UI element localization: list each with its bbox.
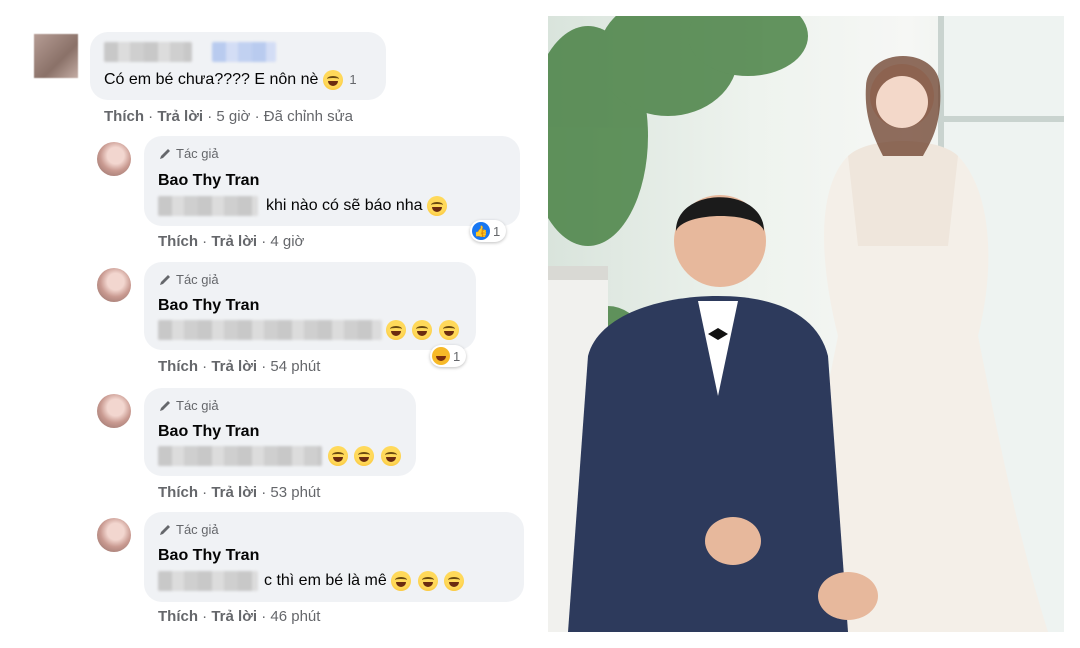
laughing-emoji-icon [444,571,465,591]
laughing-emoji-icon [380,446,401,466]
like-link[interactable]: Thích [158,233,198,250]
pen-icon [160,524,170,535]
like-link[interactable]: Thích [104,108,144,125]
couple-photo [548,16,1064,632]
photo-illustration [548,16,1064,632]
timestamp[interactable]: 54 phút [270,358,320,375]
blurred-username [104,42,192,62]
reply-emojis [328,446,403,466]
reply-link[interactable]: Trả lời [211,484,257,501]
author-name[interactable]: Bao Thy Tran [158,423,259,441]
laughing-emoji-icon [328,446,348,466]
avatar[interactable] [97,518,131,552]
reply-actions: Thích · Trả lời · 4 giờ [158,233,305,250]
reaction-summary[interactable]: 1 [430,345,467,367]
like-link[interactable]: Thích [158,484,198,501]
laughing-emoji-icon [354,446,375,466]
author-name[interactable]: Bao Thy Tran [158,547,259,565]
avatar[interactable] [97,394,131,428]
reply-link[interactable]: Trả lời [211,358,257,375]
like-link[interactable]: Thích [158,608,198,625]
reply-text: c thì em bé là mê [264,571,466,591]
reply-emojis [386,320,461,340]
laughing-emoji-icon [417,571,438,591]
author-name[interactable]: Bao Thy Tran [158,172,259,190]
laughing-emoji-icon [386,320,406,340]
laughing-emoji-icon [322,70,343,90]
timestamp[interactable]: 4 giờ [270,233,304,250]
reply-link[interactable]: Trả lời [211,608,257,625]
laughing-emoji-icon [427,196,448,216]
reply-link[interactable]: Trả lời [211,233,257,250]
author-name[interactable]: Bao Thy Tran [158,297,259,315]
laughing-emoji-icon [391,571,412,591]
haha-icon [432,347,450,365]
pen-icon [160,400,170,411]
author-badge: Tác giả [158,398,219,413]
timestamp[interactable]: 46 phút [270,608,320,625]
pen-icon [160,148,170,159]
author-badge: Tác giả [158,522,219,537]
reply-actions: Thích · Trả lời · 46 phút [158,608,321,625]
avatar[interactable] [97,268,131,302]
avatar[interactable] [34,34,78,78]
reply-text: khi nào có sẽ báo nha [266,196,449,216]
blurred-text [158,571,258,591]
reaction-count: 1 [493,223,501,239]
blurred-text [158,320,382,340]
like-link[interactable]: Thích [158,358,198,375]
reply-actions: Thích · Trả lời · 54 phút [158,358,321,375]
reply-actions: Thích · Trả lời · 53 phút [158,484,321,501]
timestamp[interactable]: 5 giờ [216,108,250,125]
laughing-emoji-icon [412,320,433,340]
blurred-text [158,196,258,216]
comment-text: Có em bé chưa???? E nôn nè 1 [104,70,357,90]
laughing-emoji-icon [438,320,459,340]
blurred-text [158,446,322,466]
reaction-count: 1 [349,72,357,88]
reaction-count: 1 [453,348,461,364]
pen-icon [160,274,170,285]
avatar[interactable] [97,142,131,176]
comment-actions: Thích · Trả lời · 5 giờ · Đã chỉnh sửa [104,108,354,125]
author-badge: Tác giả [158,146,219,161]
reply-link[interactable]: Trả lời [157,108,203,125]
like-icon: 👍 [472,222,490,240]
author-badge: Tác giả [158,272,219,287]
edited-label: Đã chỉnh sửa [263,108,354,125]
reaction-summary[interactable]: 👍 1 [470,220,507,242]
timestamp[interactable]: 53 phút [270,484,320,501]
blurred-username [212,42,276,62]
comment-thread: Có em bé chưa???? E nôn nè 1 Thích · Trả… [0,0,540,648]
